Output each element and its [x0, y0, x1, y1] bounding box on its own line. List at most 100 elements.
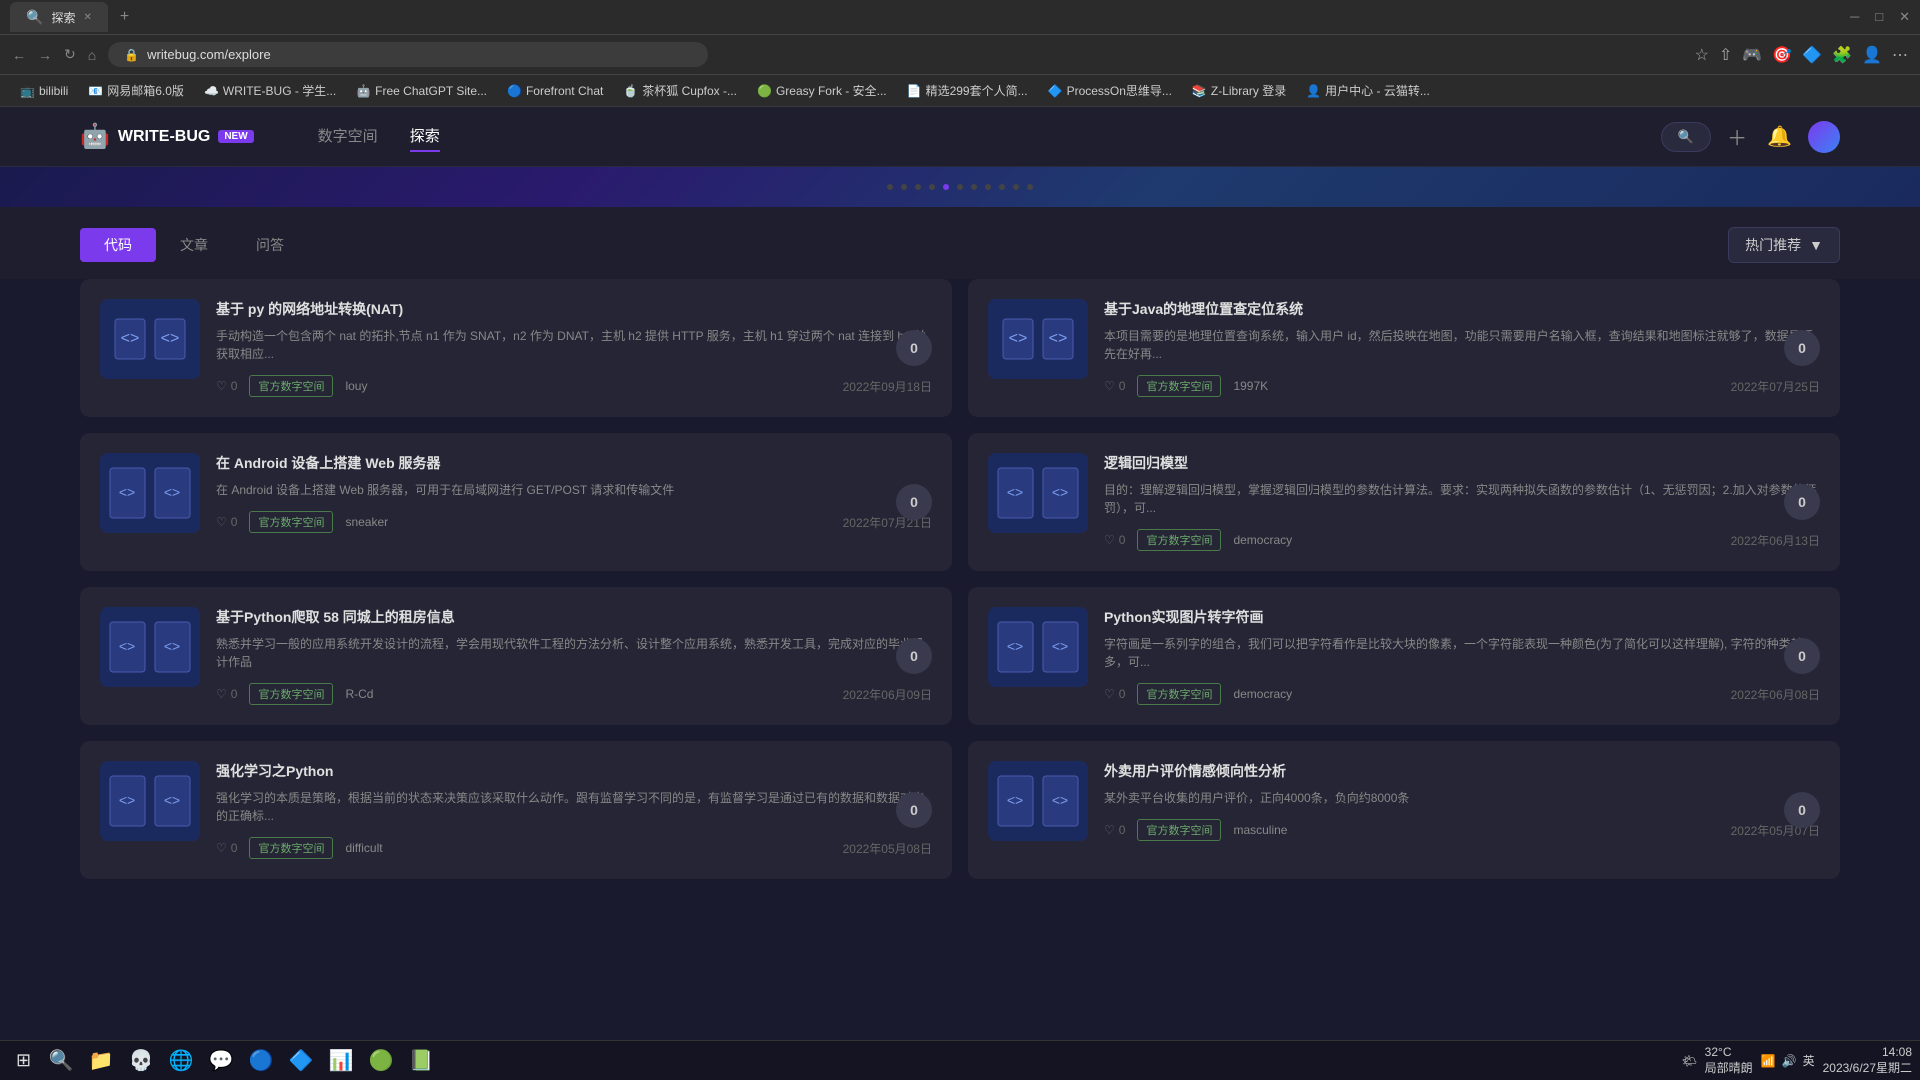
bookmark-zlibrary[interactable]: 📚 Z-Library 登录 [1184, 79, 1294, 102]
maximize-button[interactable]: □ [1875, 9, 1883, 25]
bookmark-forefront-label: Forefront Chat [526, 84, 603, 98]
card-thumbnail-food-delivery: <> <> [988, 761, 1088, 841]
card-logic-regression[interactable]: <> <> 逻辑回归模型 目的：理解逻辑回归模型，掌握逻辑回归模型的参数估计算法… [968, 433, 1840, 571]
user-avatar[interactable] [1808, 121, 1840, 153]
minimize-button[interactable]: ─ [1850, 9, 1859, 25]
star-icon[interactable]: ☆ [1695, 45, 1709, 65]
filter-tab-article[interactable]: 文章 [156, 228, 232, 262]
jingxuan-favicon: 📄 [907, 84, 922, 98]
share-icon[interactable]: ⇧ [1719, 45, 1732, 65]
taskbar-app4[interactable]: 📊 [323, 1043, 359, 1079]
card-python-58[interactable]: <> <> 基于Python爬取 58 同城上的租房信息 熟悉并学习一般的应用系… [80, 587, 952, 725]
address-bar[interactable]: 🔒 writebug.com/explore [108, 42, 708, 67]
card-tag-rl-python: 官方数字空间 [249, 837, 333, 859]
start-button[interactable]: ⊞ [8, 1046, 39, 1075]
svg-text:<>: <> [1049, 330, 1068, 347]
menu-icon[interactable]: ⋯ [1892, 45, 1908, 65]
card-nat[interactable]: <> <> 基于 py 的网络地址转换(NAT) 手动构造一个包含两个 nat … [80, 279, 952, 417]
bilibili-favicon: 📺 [20, 84, 35, 98]
card-thumbnail-java-geo: <> <> [988, 299, 1088, 379]
bookmark-processon[interactable]: 🔷 ProcessOn思维导... [1040, 79, 1180, 102]
profile-icon[interactable]: 👤 [1862, 45, 1882, 65]
new-tab-button[interactable]: + [116, 4, 133, 30]
card-android-web[interactable]: <> <> 在 Android 设备上搭建 Web 服务器 在 Android … [80, 433, 952, 571]
taskbar-app5[interactable]: 🟢 [363, 1043, 399, 1079]
svg-text:<>: <> [121, 330, 140, 347]
taskbar-app3[interactable]: 🔷 [283, 1043, 319, 1079]
card-title-nat: 基于 py 的网络地址转换(NAT) [216, 299, 932, 319]
card-author-rl-python: difficult [345, 841, 382, 855]
bookmark-usercenter[interactable]: 👤 用户中心 - 云猫转... [1298, 79, 1438, 102]
extension2-icon[interactable]: 🎯 [1772, 45, 1792, 65]
card-food-delivery[interactable]: <> <> 外卖用户评价情感倾向性分析 某外卖平台收集的用户评价，正向4000条… [968, 741, 1840, 879]
taskbar-chrome[interactable]: 🌐 [163, 1043, 199, 1079]
card-python-image[interactable]: <> <> Python实现图片转字符画 字符画是一系列字的组合，我们可以把字符… [968, 587, 1840, 725]
taskbar-clock[interactable]: 14:08 2023/6/27星期二 [1823, 1045, 1912, 1076]
back-button[interactable]: ← [12, 47, 26, 63]
site-header: 🤖 WRITE-BUG NEW 数字空间 探索 🔍 ＋ 🔔 [0, 107, 1920, 167]
nav-explore[interactable]: 探索 [410, 121, 440, 152]
banner-dot-6[interactable] [957, 184, 963, 190]
network-icon[interactable]: 📶 [1761, 1054, 1776, 1068]
writebug-favicon: ☁️ [204, 84, 219, 98]
card-title-python-image: Python实现图片转字符画 [1104, 607, 1820, 627]
bookmark-processon-label: ProcessOn思维导... [1067, 82, 1172, 99]
banner-dot-1[interactable] [887, 184, 893, 190]
bookmark-jingxuan[interactable]: 📄 精选299套个人简... [899, 79, 1036, 102]
forward-button[interactable]: → [38, 47, 52, 63]
bookmark-usercenter-label: 用户中心 - 云猫转... [1325, 82, 1430, 99]
browser-tab-active[interactable]: 🔍 探索 ✕ [10, 2, 108, 32]
header-search-button[interactable]: 🔍 [1661, 122, 1711, 152]
card-java-geo[interactable]: <> <> 基于Java的地理位置查定位系统 本项目需要的是地理位置查询系统，输… [968, 279, 1840, 417]
taskbar-app1[interactable]: 💀 [123, 1043, 159, 1079]
volume-icon[interactable]: 🔊 [1782, 1054, 1797, 1068]
card-meta-rl-python: ♡ 0 官方数字空间 difficult 2022年05月08日 [216, 837, 932, 859]
extension4-icon[interactable]: 🧩 [1832, 45, 1852, 65]
filter-tab-code[interactable]: 代码 [80, 228, 156, 262]
banner-dot-4[interactable] [929, 184, 935, 190]
banner-dot-2[interactable] [901, 184, 907, 190]
card-author-python-58: R-Cd [345, 687, 373, 701]
banner-dot-3[interactable] [915, 184, 921, 190]
notification-button[interactable]: 🔔 [1763, 120, 1796, 153]
refresh-button[interactable]: ↻ [64, 46, 76, 63]
banner-dot-10[interactable] [1013, 184, 1019, 190]
taskbar-excel[interactable]: 📗 [403, 1043, 439, 1079]
bookmark-writebug[interactable]: ☁️ WRITE-BUG - 学生... [196, 79, 344, 102]
banner-dot-9[interactable] [999, 184, 1005, 190]
banner-dot-5[interactable] [943, 184, 949, 190]
banner-dot-7[interactable] [971, 184, 977, 190]
add-button[interactable]: ＋ [1723, 118, 1751, 155]
greasyfork-favicon: 🟢 [757, 84, 772, 98]
nav-digital-space[interactable]: 数字空间 [318, 121, 378, 152]
bookmark-aichat[interactable]: 🤖 Free ChatGPT Site... [348, 81, 495, 101]
sort-dropdown[interactable]: 热门推荐 ▼ [1728, 227, 1840, 263]
bookmark-netease[interactable]: 📧 网易邮箱6.0版 [80, 79, 192, 102]
taskbar-search[interactable]: 🔍 [43, 1043, 79, 1079]
bookmark-greasyfork-label: Greasy Fork - 安全... [776, 82, 887, 99]
extension3-icon[interactable]: 🔷 [1802, 45, 1822, 65]
logo-icon: 🤖 [80, 122, 110, 151]
filter-tab-qa[interactable]: 问答 [232, 228, 308, 262]
taskbar-app2[interactable]: 🔵 [243, 1043, 279, 1079]
ime-label[interactable]: 英 [1803, 1052, 1815, 1069]
taskbar-wechat[interactable]: 💬 [203, 1043, 239, 1079]
taskbar-file-explorer[interactable]: 📁 [83, 1043, 119, 1079]
card-body-android-web: 在 Android 设备上搭建 Web 服务器 在 Android 设备上搭建 … [216, 453, 932, 533]
site-logo[interactable]: 🤖 WRITE-BUG NEW [80, 122, 254, 151]
bookmark-bilibili[interactable]: 📺 bilibili [12, 81, 76, 101]
card-count-python-image: 0 [1784, 638, 1820, 674]
bookmark-chagubai[interactable]: 🍵 茶杯狐 Cupfox -... [615, 79, 745, 102]
banner-dot-8[interactable] [985, 184, 991, 190]
bookmark-forefront[interactable]: 🔵 Forefront Chat [499, 81, 611, 101]
close-button[interactable]: ✕ [1899, 9, 1910, 25]
card-title-food-delivery: 外卖用户评价情感倾向性分析 [1104, 761, 1820, 781]
home-button[interactable]: ⌂ [88, 47, 96, 63]
banner-dot-11[interactable] [1027, 184, 1033, 190]
bookmark-greasyfork[interactable]: 🟢 Greasy Fork - 安全... [749, 79, 895, 102]
extension1-icon[interactable]: 🎮 [1742, 45, 1762, 65]
card-rl-python[interactable]: <> <> 强化学习之Python 强化学习的本质是策略，根据当前的状态来决策应… [80, 741, 952, 879]
tab-close-button[interactable]: ✕ [83, 12, 91, 23]
site-header-actions: 🔍 ＋ 🔔 [1661, 118, 1840, 155]
tab-label: 探索 [51, 9, 75, 26]
